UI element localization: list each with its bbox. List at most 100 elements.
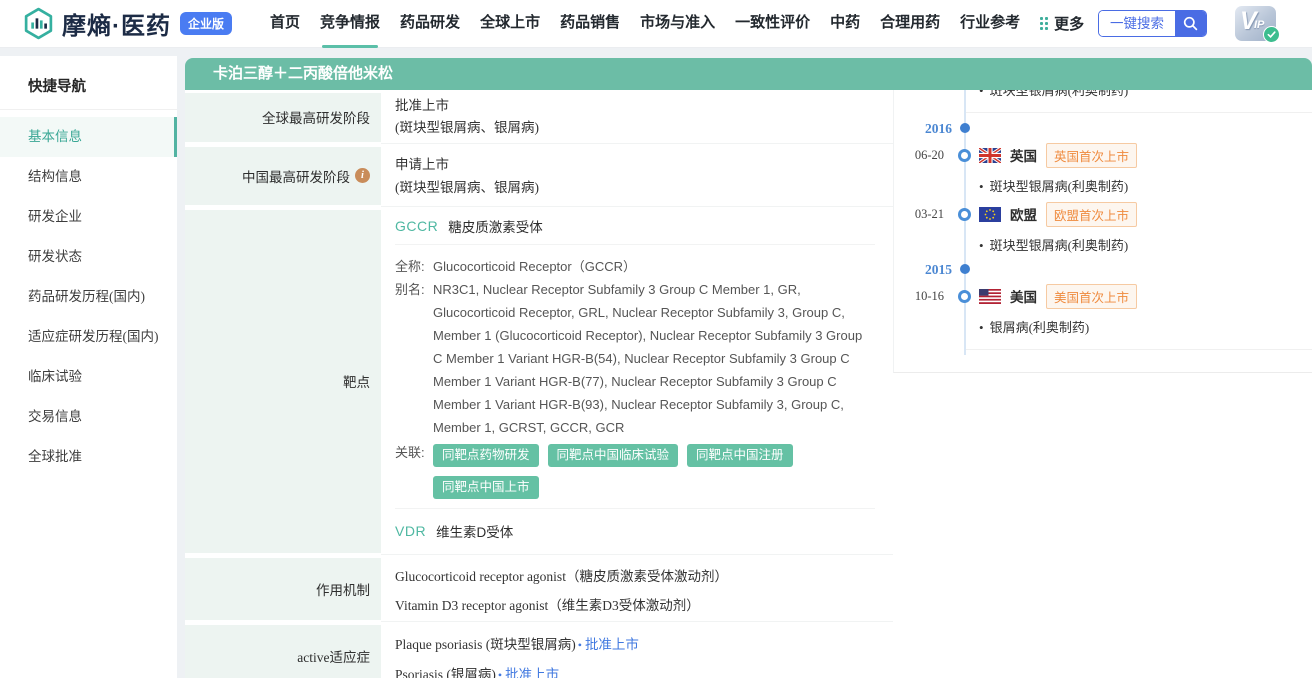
sidebar-item[interactable]: 基本信息 [0,117,177,157]
eu-flag-icon [979,207,1001,222]
us-flag-icon [979,289,1001,304]
sidebar-item[interactable]: 结构信息 [0,157,177,197]
timeline-event-dot [958,290,971,303]
indication-text: Psoriasis (银屑病) [395,667,496,678]
timeline-indication: 斑块型银屑病(利奥制药) [894,179,1312,195]
nav-more-label: 更多 [1054,13,1084,34]
target-gccr-detail: 全称: Glucocorticoid Receptor（GCCR） 别名: NR… [395,245,875,508]
timeline-year-label: 2016 [894,121,952,137]
row-indications: active适应症 Plaque psoriasis (斑块型银屑病)批准上市P… [185,622,893,678]
target-full-key: 全称: [395,255,433,278]
main-content: 卡泊三醇＋二丙酸倍他米松 全球最高研发阶段 批准上市 (斑块型银屑病、银屑病) … [185,58,1312,678]
global-launch-timeline: 斑块型银屑病(利奥制药)201606-20英国英国首次上市斑块型银屑病(利奥制药… [893,90,1312,373]
target-vdr-header: VDR 维生素D受体 [395,509,875,554]
timeline-divider [964,349,1312,350]
timeline-indication: 斑块型银屑病(利奥制药) [894,90,1312,99]
nav-item[interactable]: 行业参考 [950,0,1030,48]
sidebar-item[interactable]: 交易信息 [0,397,177,437]
target-vdr-link[interactable]: VDR [395,523,426,539]
timeline-event-dot [958,208,971,221]
nav-item[interactable]: 竞争情报 [310,0,390,48]
timeline-indication: 斑块型银屑病(利奥制药) [894,238,1312,254]
nav-item[interactable]: 中药 [820,0,870,48]
china-stage-label: 中国最高研发阶段 [242,166,350,186]
sidebar-item[interactable]: 适应症研发历程(国内) [0,317,177,357]
nav-item[interactable]: 药品研发 [390,0,470,48]
row-global-stage: 全球最高研发阶段 批准上市 (斑块型银屑病、银屑病) [185,90,893,144]
vip-badge[interactable]: V IP [1235,6,1276,41]
first-launch-tag[interactable]: 美国首次上市 [1046,284,1137,309]
basic-info-table: 全球最高研发阶段 批准上市 (斑块型银屑病、银屑病) 中国最高研发阶段 i 申请… [185,90,893,678]
nav-more-button[interactable]: 更多 [1040,13,1084,34]
nav-item[interactable]: 合理用药 [870,0,950,48]
sidebar-item[interactable]: 临床试验 [0,357,177,397]
main-nav-menu: 首页竞争情报药品研发全球上市药品销售市场与准入一致性评价中药合理用药行业参考 [260,0,1030,48]
timeline-event-date: 03-21 [894,207,944,222]
page-body: 快捷导航 基本信息结构信息研发企业研发状态药品研发历程(国内)适应症研发历程(国… [0,48,1312,678]
china-stage-value: 申请上市 [395,153,875,176]
row-mechanism: 作用机制 Glucocorticoid receptor agonist（糖皮质… [185,555,893,622]
nav-item[interactable]: 全球上市 [470,0,550,48]
sidebar-title: 快捷导航 [0,56,177,110]
related-target-tag[interactable]: 同靶点药物研发 [433,444,539,467]
timeline-event: 06-20 英国英国首次上市 [894,144,1312,166]
global-stage-label: 全球最高研发阶段 [185,93,381,142]
sidebar-item[interactable]: 药品研发历程(国内) [0,277,177,317]
target-vdr-name: 维生素D受体 [436,521,513,541]
indication-line: Psoriasis (银屑病)批准上市 [395,660,875,678]
search-icon [1175,11,1206,36]
first-launch-tag[interactable]: 欧盟首次上市 [1046,202,1137,227]
nav-item[interactable]: 一致性评价 [725,0,820,48]
top-navbar: 摩熵·医药 企业版 首页竞争情报药品研发全球上市药品销售市场与准入一致性评价中药… [0,0,1312,48]
target-related-tags: 同靶点药物研发同靶点中国临床试验同靶点中国注册同靶点中国上市 [433,441,865,499]
target-alias-key: 别名: [395,278,433,439]
first-launch-tag[interactable]: 英国首次上市 [1046,143,1137,168]
info-icon[interactable]: i [355,168,370,183]
grid-dots-icon [1040,17,1048,30]
logo-hexagon-icon [22,7,55,40]
timeline-event-dot [958,149,971,162]
target-alias-value: NR3C1, Nuclear Receptor Subfamily 3 Grou… [433,278,875,439]
timeline-year-label: 2015 [894,262,952,278]
sidebar-item[interactable]: 研发企业 [0,197,177,237]
related-target-tag[interactable]: 同靶点中国上市 [433,476,539,499]
row-china-stage: 中国最高研发阶段 i 申请上市 (斑块型银屑病、银屑病) [185,144,893,207]
nav-item[interactable]: 药品销售 [550,0,630,48]
timeline-country: 英国 [1010,145,1037,165]
approved-launch-link[interactable]: 批准上市 [496,667,559,678]
timeline-year-dot [960,264,970,274]
timeline-event: 03-21 欧盟欧盟首次上市 [894,203,1312,225]
logo-text: 摩熵·医药 [62,6,171,41]
quick-search-button[interactable]: 一键搜索 [1098,10,1207,37]
timeline-event: 10-16美国美国首次上市 [894,285,1312,307]
row-target: 靶点 GCCR 糖皮质激素受体 全称: Glucocorticoid Recep… [185,207,893,555]
timeline-country: 欧盟 [1010,204,1037,224]
mechanism-line: Vitamin D3 receptor agonist（维生素D3受体激动剂） [395,591,875,620]
target-gccr-header: GCCR 糖皮质激素受体 [395,207,875,244]
approved-launch-link[interactable]: 批准上市 [576,637,639,652]
mechanism-line: Glucocorticoid receptor agonist（糖皮质激素受体激… [395,562,875,591]
sidebar-item[interactable]: 研发状态 [0,237,177,277]
nav-item[interactable]: 市场与准入 [630,0,725,48]
drug-title: 卡泊三醇＋二丙酸倍他米松 [213,66,393,82]
uk-flag-icon [979,148,1001,163]
mechanism-label: 作用机制 [185,558,381,620]
china-stage-note: (斑块型银屑病、银屑病) [395,176,875,199]
timeline-event-date: 06-20 [894,148,944,163]
target-gccr-link[interactable]: GCCR [395,218,438,234]
related-target-tag[interactable]: 同靶点中国注册 [687,444,793,467]
target-related-key: 关联: [395,441,433,499]
indication-text: Plaque psoriasis (斑块型银屑病) [395,637,576,652]
timeline-year: 2015 [894,261,1312,277]
related-target-tag[interactable]: 同靶点中国临床试验 [548,444,679,467]
indications-label: active适应症 [185,625,381,678]
global-stage-note: (斑块型银屑病、银屑病) [395,117,875,139]
timeline-divider [964,112,1312,113]
quick-search-label: 一键搜索 [1099,11,1175,36]
sidebar-item[interactable]: 全球批准 [0,437,177,477]
app-logo[interactable]: 摩熵·医药 企业版 [22,6,232,41]
target-gccr-name: 糖皮质激素受体 [448,216,543,236]
quick-nav-sidebar: 快捷导航 基本信息结构信息研发企业研发状态药品研发历程(国内)适应症研发历程(国… [0,56,177,678]
nav-item[interactable]: 首页 [260,0,310,48]
target-label: 靶点 [185,210,381,553]
